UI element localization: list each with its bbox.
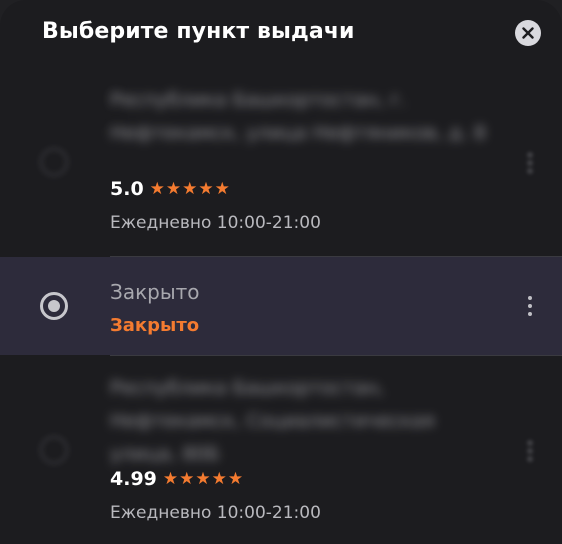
pickup-point-sheet: Выберите пункт выдачи Республика Башкорт… bbox=[0, 0, 562, 544]
more-options-button[interactable] bbox=[520, 291, 540, 321]
star-icon: ★ bbox=[182, 178, 198, 199]
close-button[interactable] bbox=[515, 20, 541, 46]
status-badge: Закрыто bbox=[110, 315, 200, 336]
pickup-point-item[interactable]: Республика Башкортостан, Нефтекамск, Соц… bbox=[0, 356, 562, 544]
radio-button[interactable] bbox=[40, 148, 68, 176]
star-icon: ★ bbox=[195, 468, 211, 489]
more-vertical-icon bbox=[528, 441, 532, 445]
star-icon: ★ bbox=[214, 178, 230, 199]
pickup-name: Закрыто bbox=[110, 280, 200, 304]
page-title: Выберите пункт выдачи bbox=[42, 19, 355, 44]
star-icon: ★ bbox=[149, 178, 165, 199]
more-options-button[interactable] bbox=[520, 436, 540, 466]
rating-row: 5.0 ★ ★ ★ ★ ★ bbox=[110, 178, 230, 200]
close-icon bbox=[522, 27, 534, 39]
rating-value: 5.0 bbox=[110, 178, 144, 200]
star-icon: ★ bbox=[211, 468, 227, 489]
star-icon: ★ bbox=[227, 468, 244, 489]
star-icon: ★ bbox=[165, 178, 182, 199]
pickup-address: Республика Башкортостан, Нефтекамск, Соц… bbox=[110, 377, 435, 465]
rating-stars: ★ ★ ★ ★ ★ bbox=[162, 468, 244, 489]
rating-stars: ★ ★ ★ ★ ★ bbox=[149, 178, 230, 199]
opening-hours: Ежедневно 10:00-21:00 bbox=[110, 503, 321, 523]
sheet-header: Выберите пункт выдачи bbox=[0, 0, 562, 70]
more-options-button[interactable] bbox=[520, 148, 540, 178]
pickup-point-item-selected[interactable]: Закрыто Закрыто bbox=[0, 257, 562, 355]
star-icon: ★ bbox=[162, 468, 179, 489]
radio-dot bbox=[48, 300, 60, 312]
opening-hours: Ежедневно 10:00-21:00 bbox=[110, 213, 321, 233]
more-vertical-icon bbox=[528, 296, 532, 300]
more-vertical-icon bbox=[528, 153, 532, 157]
pickup-address: Республика Башкортостан, г. Нефтекамск, … bbox=[110, 89, 486, 144]
star-icon: ★ bbox=[198, 178, 214, 199]
radio-button-selected[interactable] bbox=[40, 292, 68, 320]
radio-button[interactable] bbox=[40, 436, 68, 464]
pickup-point-item[interactable]: Республика Башкортостан, г. Нефтекамск, … bbox=[0, 70, 562, 256]
rating-value: 4.99 bbox=[110, 468, 157, 490]
rating-row: 4.99 ★ ★ ★ ★ ★ bbox=[110, 468, 243, 490]
star-icon: ★ bbox=[179, 468, 195, 489]
